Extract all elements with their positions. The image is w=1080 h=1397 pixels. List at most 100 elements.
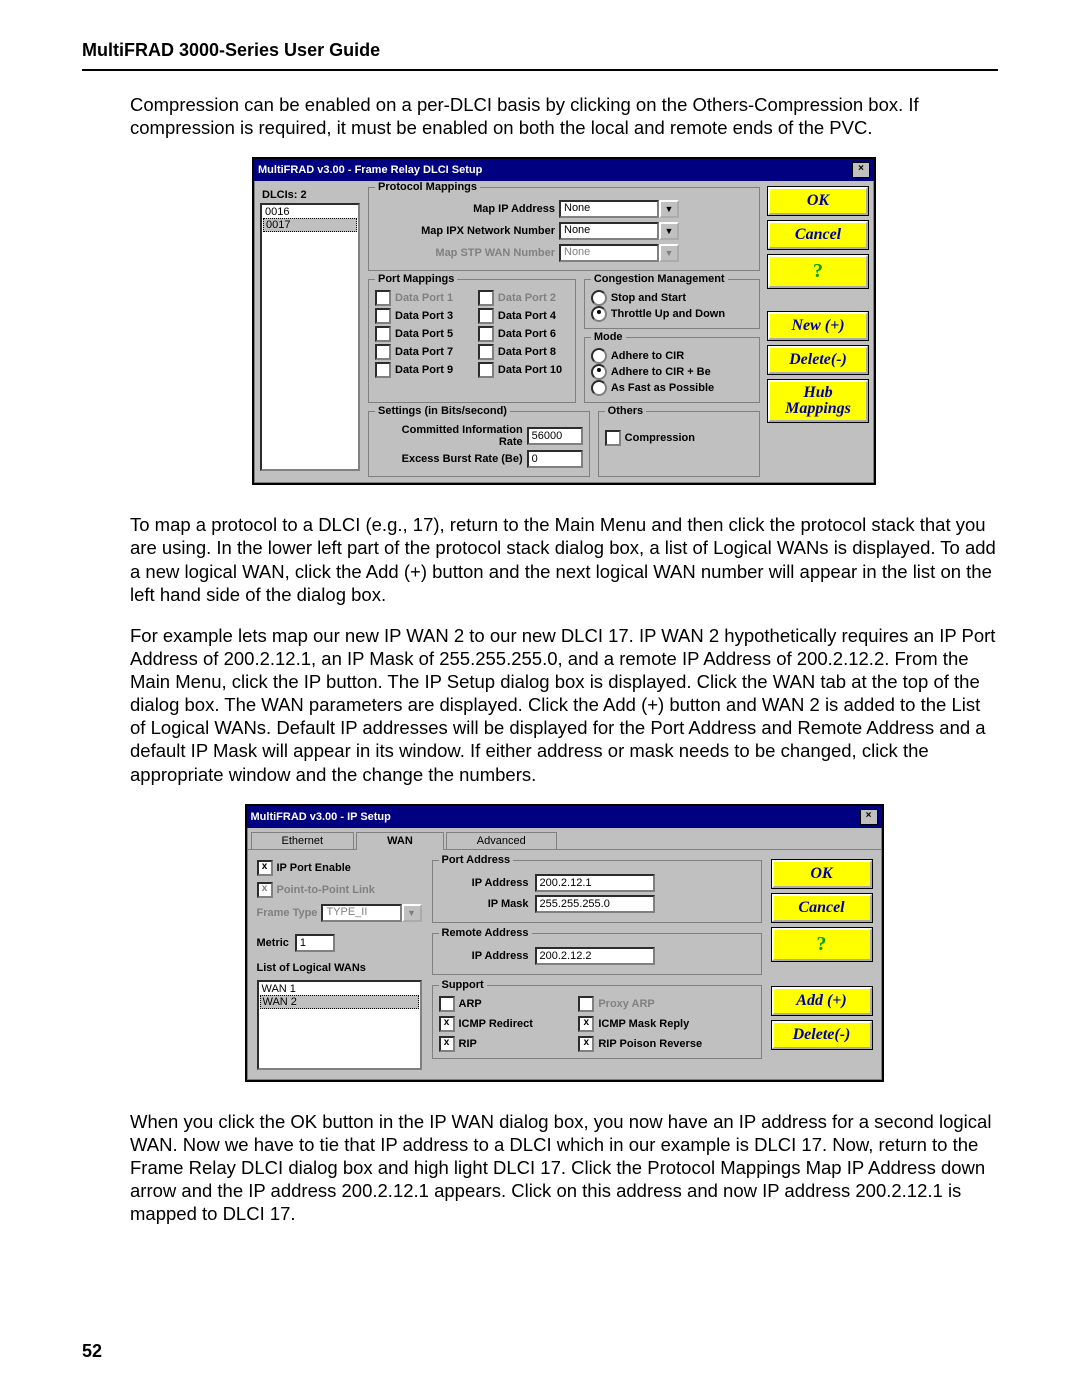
frame-type-dropdown: TYPE_II ▼ bbox=[321, 904, 421, 922]
dlg1-title: MultiFRAD v3.00 - Frame Relay DLCI Setup bbox=[258, 164, 482, 176]
ok-button[interactable]: OK bbox=[768, 187, 868, 215]
map-stp-dropdown: None ▼ bbox=[559, 244, 679, 262]
arp-checkbox[interactable] bbox=[439, 996, 455, 1012]
dlci-item-0017[interactable]: 0017 bbox=[263, 218, 357, 232]
metric-input[interactable] bbox=[295, 934, 335, 952]
ip-port-enable-checkbox[interactable] bbox=[257, 860, 273, 876]
tab-advanced[interactable]: Advanced bbox=[446, 832, 557, 849]
p2p-checkbox bbox=[257, 882, 273, 898]
data-port-7-checkbox[interactable] bbox=[375, 344, 391, 360]
proxy-arp-checkbox bbox=[578, 996, 594, 1012]
map-ipx-dropdown[interactable]: None ▼ bbox=[559, 222, 679, 240]
ip-mask-input[interactable] bbox=[535, 895, 655, 913]
compression-checkbox[interactable] bbox=[605, 430, 621, 446]
frame-type-value: TYPE_II bbox=[321, 904, 401, 922]
data-port-3-label: Data Port 3 bbox=[395, 310, 453, 322]
metric-label: Metric bbox=[257, 937, 289, 949]
remote-address-group: Remote Address IP Address bbox=[432, 933, 762, 975]
ip-mask-label: IP Mask bbox=[439, 898, 529, 910]
remote-address-legend: Remote Address bbox=[439, 927, 532, 939]
data-port-6-checkbox[interactable] bbox=[478, 326, 494, 342]
wan-2-item[interactable]: WAN 2 bbox=[260, 995, 419, 1009]
port-address-legend: Port Address bbox=[439, 854, 514, 866]
rip-poison-checkbox[interactable] bbox=[578, 1036, 594, 1052]
data-port-1-label: Data Port 1 bbox=[395, 292, 453, 304]
fast-radio[interactable] bbox=[591, 380, 607, 396]
icmp-mask-label: ICMP Mask Reply bbox=[598, 1018, 689, 1030]
dlci-listbox[interactable]: 0016 0017 bbox=[260, 203, 360, 471]
tab-ethernet[interactable]: Ethernet bbox=[251, 832, 355, 849]
be-input[interactable] bbox=[527, 450, 583, 468]
icmp-mask-checkbox[interactable] bbox=[578, 1016, 594, 1032]
map-ipx-label: Map IPX Network Number bbox=[375, 225, 555, 237]
remote-ip-input[interactable] bbox=[535, 947, 655, 965]
cir-input[interactable] bbox=[527, 427, 583, 445]
rip-poison-label: RIP Poison Reverse bbox=[598, 1038, 702, 1050]
add-button[interactable]: Add (+) bbox=[772, 987, 872, 1015]
mode-group: Mode Adhere to CIR Adhere to CIR + Be As… bbox=[584, 337, 760, 403]
arp-label: ARP bbox=[459, 998, 482, 1010]
cir-field-label: Committed Information Rate bbox=[375, 424, 523, 448]
throttle-radio[interactable] bbox=[591, 306, 607, 322]
data-port-4-checkbox[interactable] bbox=[478, 308, 494, 324]
chevron-down-icon[interactable]: ▼ bbox=[659, 222, 679, 240]
cancel-button[interactable]: Cancel bbox=[768, 221, 868, 249]
dlci-item-0016[interactable]: 0016 bbox=[263, 206, 357, 218]
proxy-arp-label: Proxy ARP bbox=[598, 998, 654, 1010]
data-port-9-checkbox[interactable] bbox=[375, 362, 391, 378]
delete-button[interactable]: Delete(-) bbox=[772, 1021, 872, 1049]
support-legend: Support bbox=[439, 979, 487, 991]
cir-be-radio[interactable] bbox=[591, 364, 607, 380]
close-icon[interactable]: × bbox=[852, 162, 870, 178]
delete-button[interactable]: Delete(-) bbox=[768, 346, 868, 374]
chevron-down-icon: ▼ bbox=[402, 904, 422, 922]
data-port-3-checkbox[interactable] bbox=[375, 308, 391, 324]
ip-setup-dialog: MultiFRAD v3.00 - IP Setup × Ethernet WA… bbox=[245, 804, 884, 1082]
paragraph-2: To map a protocol to a DLCI (e.g., 17), … bbox=[130, 513, 998, 606]
cancel-button[interactable]: Cancel bbox=[772, 894, 872, 922]
help-button[interactable]: ? bbox=[772, 928, 872, 961]
logical-wans-list-label: List of Logical WANs bbox=[257, 962, 422, 974]
settings-group: Settings (in Bits/second) Committed Info… bbox=[368, 411, 590, 477]
doc-header-title: MultiFRAD 3000-Series User Guide bbox=[82, 40, 998, 61]
settings-legend: Settings (in Bits/second) bbox=[375, 405, 510, 417]
data-port-10-checkbox[interactable] bbox=[478, 362, 494, 378]
protocol-mappings-legend: Protocol Mappings bbox=[375, 181, 480, 193]
dlcis-count-label: DLCIs: 2 bbox=[262, 189, 360, 201]
rip-checkbox[interactable] bbox=[439, 1036, 455, 1052]
cir-be-label: Adhere to CIR + Be bbox=[611, 366, 711, 378]
map-ip-dropdown[interactable]: None ▼ bbox=[559, 200, 679, 218]
data-port-6-label: Data Port 6 bbox=[498, 328, 556, 340]
data-port-2-label: Data Port 2 bbox=[498, 292, 556, 304]
congestion-group: Congestion Management Stop and Start Thr… bbox=[584, 279, 760, 329]
ip-setup-tabs: Ethernet WAN Advanced bbox=[247, 828, 882, 850]
hub-mappings-button[interactable]: Hub Mappings bbox=[768, 380, 868, 422]
map-ip-value: None bbox=[559, 200, 659, 218]
new-button[interactable]: New (+) bbox=[768, 312, 868, 340]
data-port-1-checkbox bbox=[375, 290, 391, 306]
dlg2-title: MultiFRAD v3.00 - IP Setup bbox=[251, 811, 391, 823]
close-icon[interactable]: × bbox=[860, 809, 878, 825]
stop-start-radio[interactable] bbox=[591, 290, 607, 306]
ok-button[interactable]: OK bbox=[772, 860, 872, 888]
data-port-7-label: Data Port 7 bbox=[395, 346, 453, 358]
paragraph-4: When you click the OK button in the IP W… bbox=[130, 1110, 998, 1226]
port-ip-label: IP Address bbox=[439, 877, 529, 889]
cir-radio[interactable] bbox=[591, 348, 607, 364]
ip-port-enable-label: IP Port Enable bbox=[277, 862, 351, 874]
logical-wans-listbox[interactable]: WAN 1 WAN 2 bbox=[257, 980, 422, 1070]
port-mappings-legend: Port Mappings bbox=[375, 273, 457, 285]
tab-wan[interactable]: WAN bbox=[356, 832, 444, 850]
port-ip-input[interactable] bbox=[535, 874, 655, 892]
map-stp-value: None bbox=[559, 244, 659, 262]
icmp-redirect-checkbox[interactable] bbox=[439, 1016, 455, 1032]
data-port-8-checkbox[interactable] bbox=[478, 344, 494, 360]
chevron-down-icon[interactable]: ▼ bbox=[659, 200, 679, 218]
wan-1-item[interactable]: WAN 1 bbox=[260, 983, 419, 995]
help-button[interactable]: ? bbox=[768, 255, 868, 288]
mode-legend: Mode bbox=[591, 331, 626, 343]
page-number: 52 bbox=[82, 1341, 102, 1362]
data-port-5-checkbox[interactable] bbox=[375, 326, 391, 342]
frame-type-label: Frame Type bbox=[257, 907, 318, 919]
cir-label: Adhere to CIR bbox=[611, 350, 684, 362]
